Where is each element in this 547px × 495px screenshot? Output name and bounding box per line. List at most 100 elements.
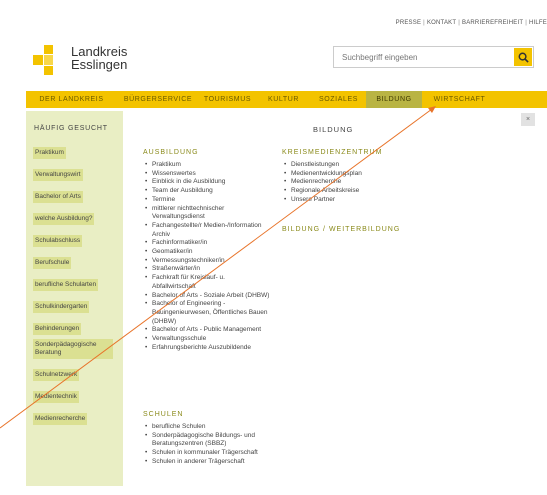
nav-item-bildung[interactable]: BILDUNG (366, 91, 422, 108)
nav-item-burgerservice[interactable]: BÜRGERSERVICE (117, 91, 199, 108)
bullet-icon: • (145, 204, 148, 212)
menu-link-label: Fachangestellte/r Medien-/Information Ar… (152, 221, 262, 238)
search-icon (518, 52, 529, 63)
search-input[interactable] (340, 47, 504, 68)
bullet-icon: • (284, 195, 287, 203)
menu-link-label: Bachelor of Engineering - Bauingenieurwe… (152, 300, 268, 325)
menu-link-regionale-arbeitskreise[interactable]: • Regionale Arbeitskreise (284, 187, 404, 196)
menu-link-bachelor-of-arts-public-management[interactable]: • Bachelor of Arts - Public Management (145, 326, 270, 335)
sidebar-title: HÄUFIG GESUCHT (34, 125, 108, 132)
menu-link-fachkraft-fur-kreislauf-u-abfallwirtschaft[interactable]: • Fachkraft für Kreislauf- u. Abfallwirts… (145, 274, 270, 291)
menu-link-fachangestellte-r-medien-information-archiv[interactable]: • Fachangestellte/r Medien-/Information A… (145, 222, 270, 239)
bullet-icon: • (145, 449, 148, 457)
site-logo[interactable]: Landkreis Esslingen (33, 45, 127, 75)
bullet-icon: • (145, 248, 148, 256)
bullet-icon: • (284, 169, 287, 177)
menu-link-label: berufliche Schulen (152, 423, 206, 430)
menu-link-vermessungstechniker-in[interactable]: • Vermessungstechniker/in (145, 257, 270, 266)
nav-item-tourismus[interactable]: TOURISMUS (199, 91, 256, 108)
sidebar-item-schulkindergarten[interactable]: Schulkindergarten (33, 301, 90, 313)
sidebar-item-berufliche-schularten[interactable]: berufliche Schularten (33, 279, 99, 291)
sidebar-item-medientechnik[interactable]: Medientechnik (33, 391, 79, 403)
search-button[interactable] (514, 48, 532, 66)
sidebar-item-praktikum[interactable]: Praktikum (33, 147, 66, 159)
barrierefreiheit-link[interactable]: BARRIEREFREIHEIT (462, 20, 523, 26)
sidebar-item-schulabschluss[interactable]: Schulabschluss (33, 235, 83, 247)
bullet-icon: • (145, 256, 148, 264)
main-navigation: DER LANDKREIS BÜRGERSERVICE TOURISMUS KULTU… (26, 91, 547, 108)
menu-link-schulen-in-kommunaler-tragerschaft[interactable]: • Schulen in kommunaler Trägerschaft (145, 449, 270, 458)
kontakt-link[interactable]: KONTAKT (427, 20, 456, 26)
bullet-icon: • (145, 326, 148, 334)
bullet-icon: • (145, 187, 148, 195)
sidebar-item-schulnetzwerk[interactable]: Schulnetzwerk (33, 369, 80, 381)
hilfe-link[interactable]: HILFE (529, 20, 547, 26)
separator: | (525, 20, 527, 26)
menu-link-verwaltungsschule[interactable]: • Verwaltungsschule (145, 335, 270, 344)
sidebar-item-welche-ausbildung[interactable]: welche Ausbildung? (33, 213, 95, 225)
bullet-icon: • (145, 195, 148, 203)
logo-line-2: Esslingen (71, 57, 128, 72)
presse-link[interactable]: PRESSE (396, 20, 422, 26)
sidebar-item-bachelor-of-arts[interactable]: Bachelor of Arts (33, 191, 83, 203)
menu-link-unsere-partner[interactable]: • Unsere Partner (284, 196, 404, 205)
nav-item-soziales[interactable]: SOZIALES (311, 91, 366, 108)
menu-link-mittlerer-nichttechnischer-verwaltungsdienst[interactable]: • mittlerer nichttechnischer Verwaltungsd… (145, 205, 270, 222)
menu-link-label: Fachinformatiker/in (152, 239, 208, 247)
bullet-icon: • (145, 265, 148, 273)
menu-link-label: Bachelor of Arts - Soziale Arbeit (DHBW) (152, 291, 270, 299)
section-title-weiterbildung[interactable]: BILDUNG / WEITERBILDUNG (282, 226, 400, 233)
menu-link-bachelor-of-arts-soziale-arbeit-dhbw[interactable]: • Bachelor of Arts - Soziale Arbeit (DHBW… (145, 292, 270, 301)
sidebar-item-behinderungen[interactable]: Behinderungen (33, 323, 82, 335)
section-title-kreismedienzentrum[interactable]: KREISMEDIENZENTRUM (282, 149, 382, 156)
nav-item-wirtschaft[interactable]: WIRTSCHAFT (422, 91, 497, 108)
sidebar-item-sonderpadagogische-beratung[interactable]: Sonderpädagogische Beratung (33, 339, 113, 359)
bullet-icon: • (145, 274, 148, 282)
logo-mark-icon (33, 45, 63, 75)
menu-link-schulen-in-anderer-tragerschaft[interactable]: • Schulen in anderer Trägerschaft (145, 458, 270, 467)
menu-link-medienentwicklungsplan[interactable]: • Medienentwicklungsplan (284, 170, 404, 179)
bullet-icon: • (284, 178, 287, 186)
bullet-icon: • (284, 187, 287, 195)
menu-link-label: mittlerer nichttechnischer Verwaltungsdi… (152, 204, 225, 221)
logo-text: Landkreis Esslingen (71, 45, 127, 71)
menu-link-bachelor-of-engineering-bauingenieurwesen-offentliches-bauen-dhbw[interactable]: • Bachelor of Engineering - Bauingenieurw… (145, 300, 270, 326)
bullet-icon: • (284, 161, 287, 168)
menu-link-stra-enwarter-in[interactable]: • Straßenwärter/in (145, 265, 270, 274)
menu-link-praktikum[interactable]: • Praktikum (145, 161, 270, 170)
utility-links: PRESSE | KONTAKT | BARRIEREFREIHEIT | HILFE (396, 20, 547, 26)
bullet-icon: • (145, 161, 148, 168)
menu-link-sonderpadagogische-bildungs-und-beratungszentren-sbbz[interactable]: • Sonderpädagogische Bildungs- und Beratu… (145, 432, 270, 449)
menu-link-berufliche-schulen[interactable]: • berufliche Schulen (145, 423, 270, 432)
menu-link-label: Team der Ausbildung (152, 187, 213, 195)
ausbildung-list: • Praktikum • Wissenswertes • Einblick in die… (145, 161, 270, 352)
sidebar-list: Praktikum Verwaltungswirt Bachelor of Arts… (33, 141, 113, 429)
close-button[interactable]: × (521, 113, 535, 126)
menu-link-label: Dienstleistungen (291, 161, 340, 168)
bullet-icon: • (145, 457, 148, 465)
sidebar-item-verwaltungswirt[interactable]: Verwaltungswirt (33, 169, 83, 181)
menu-link-medienrecherche[interactable]: • Medienrecherche (284, 178, 404, 187)
menu-link-erfahrungsberichte-auszubildende[interactable]: • Erfahrungsberichte Auszubildende (145, 344, 270, 353)
menu-link-label: Medienrecherche (291, 178, 342, 186)
menu-link-label: Regionale Arbeitskreise (291, 187, 360, 195)
search-box (333, 46, 534, 68)
menu-link-einblick-in-die-ausbildung[interactable]: • Einblick in die Ausbildung (145, 178, 270, 187)
nav-item-kultur[interactable]: KULTUR (256, 91, 311, 108)
section-title-schulen[interactable]: SCHULEN (143, 411, 183, 418)
mega-menu-panel: BILDUNG AUSBILDUNG • Praktikum • Wissenswer… (124, 111, 539, 486)
bullet-icon: • (145, 423, 148, 430)
menu-link-fachinformatiker-in[interactable]: • Fachinformatiker/in (145, 239, 270, 248)
menu-link-termine[interactable]: • Termine (145, 196, 270, 205)
menu-link-label: Wissenswertes (152, 169, 196, 177)
sidebar-item-berufschule[interactable]: Berufschule (33, 257, 72, 269)
nav-item-der-landkreis[interactable]: DER LANDKREIS (26, 91, 117, 108)
section-title-ausbildung[interactable]: AUSBILDUNG (143, 149, 199, 156)
menu-link-dienstleistungen[interactable]: • Dienstleistungen (284, 161, 404, 170)
sidebar-item-medienrecherche[interactable]: Medienrecherche (33, 413, 88, 425)
menu-link-label: Bachelor of Arts - Public Management (152, 326, 262, 334)
bullet-icon: • (145, 169, 148, 177)
menu-link-team-der-ausbildung[interactable]: • Team der Ausbildung (145, 187, 270, 196)
menu-link-geomatiker-in[interactable]: • Geomatiker/in (145, 248, 270, 257)
menu-link-wissenswertes[interactable]: • Wissenswertes (145, 170, 270, 179)
